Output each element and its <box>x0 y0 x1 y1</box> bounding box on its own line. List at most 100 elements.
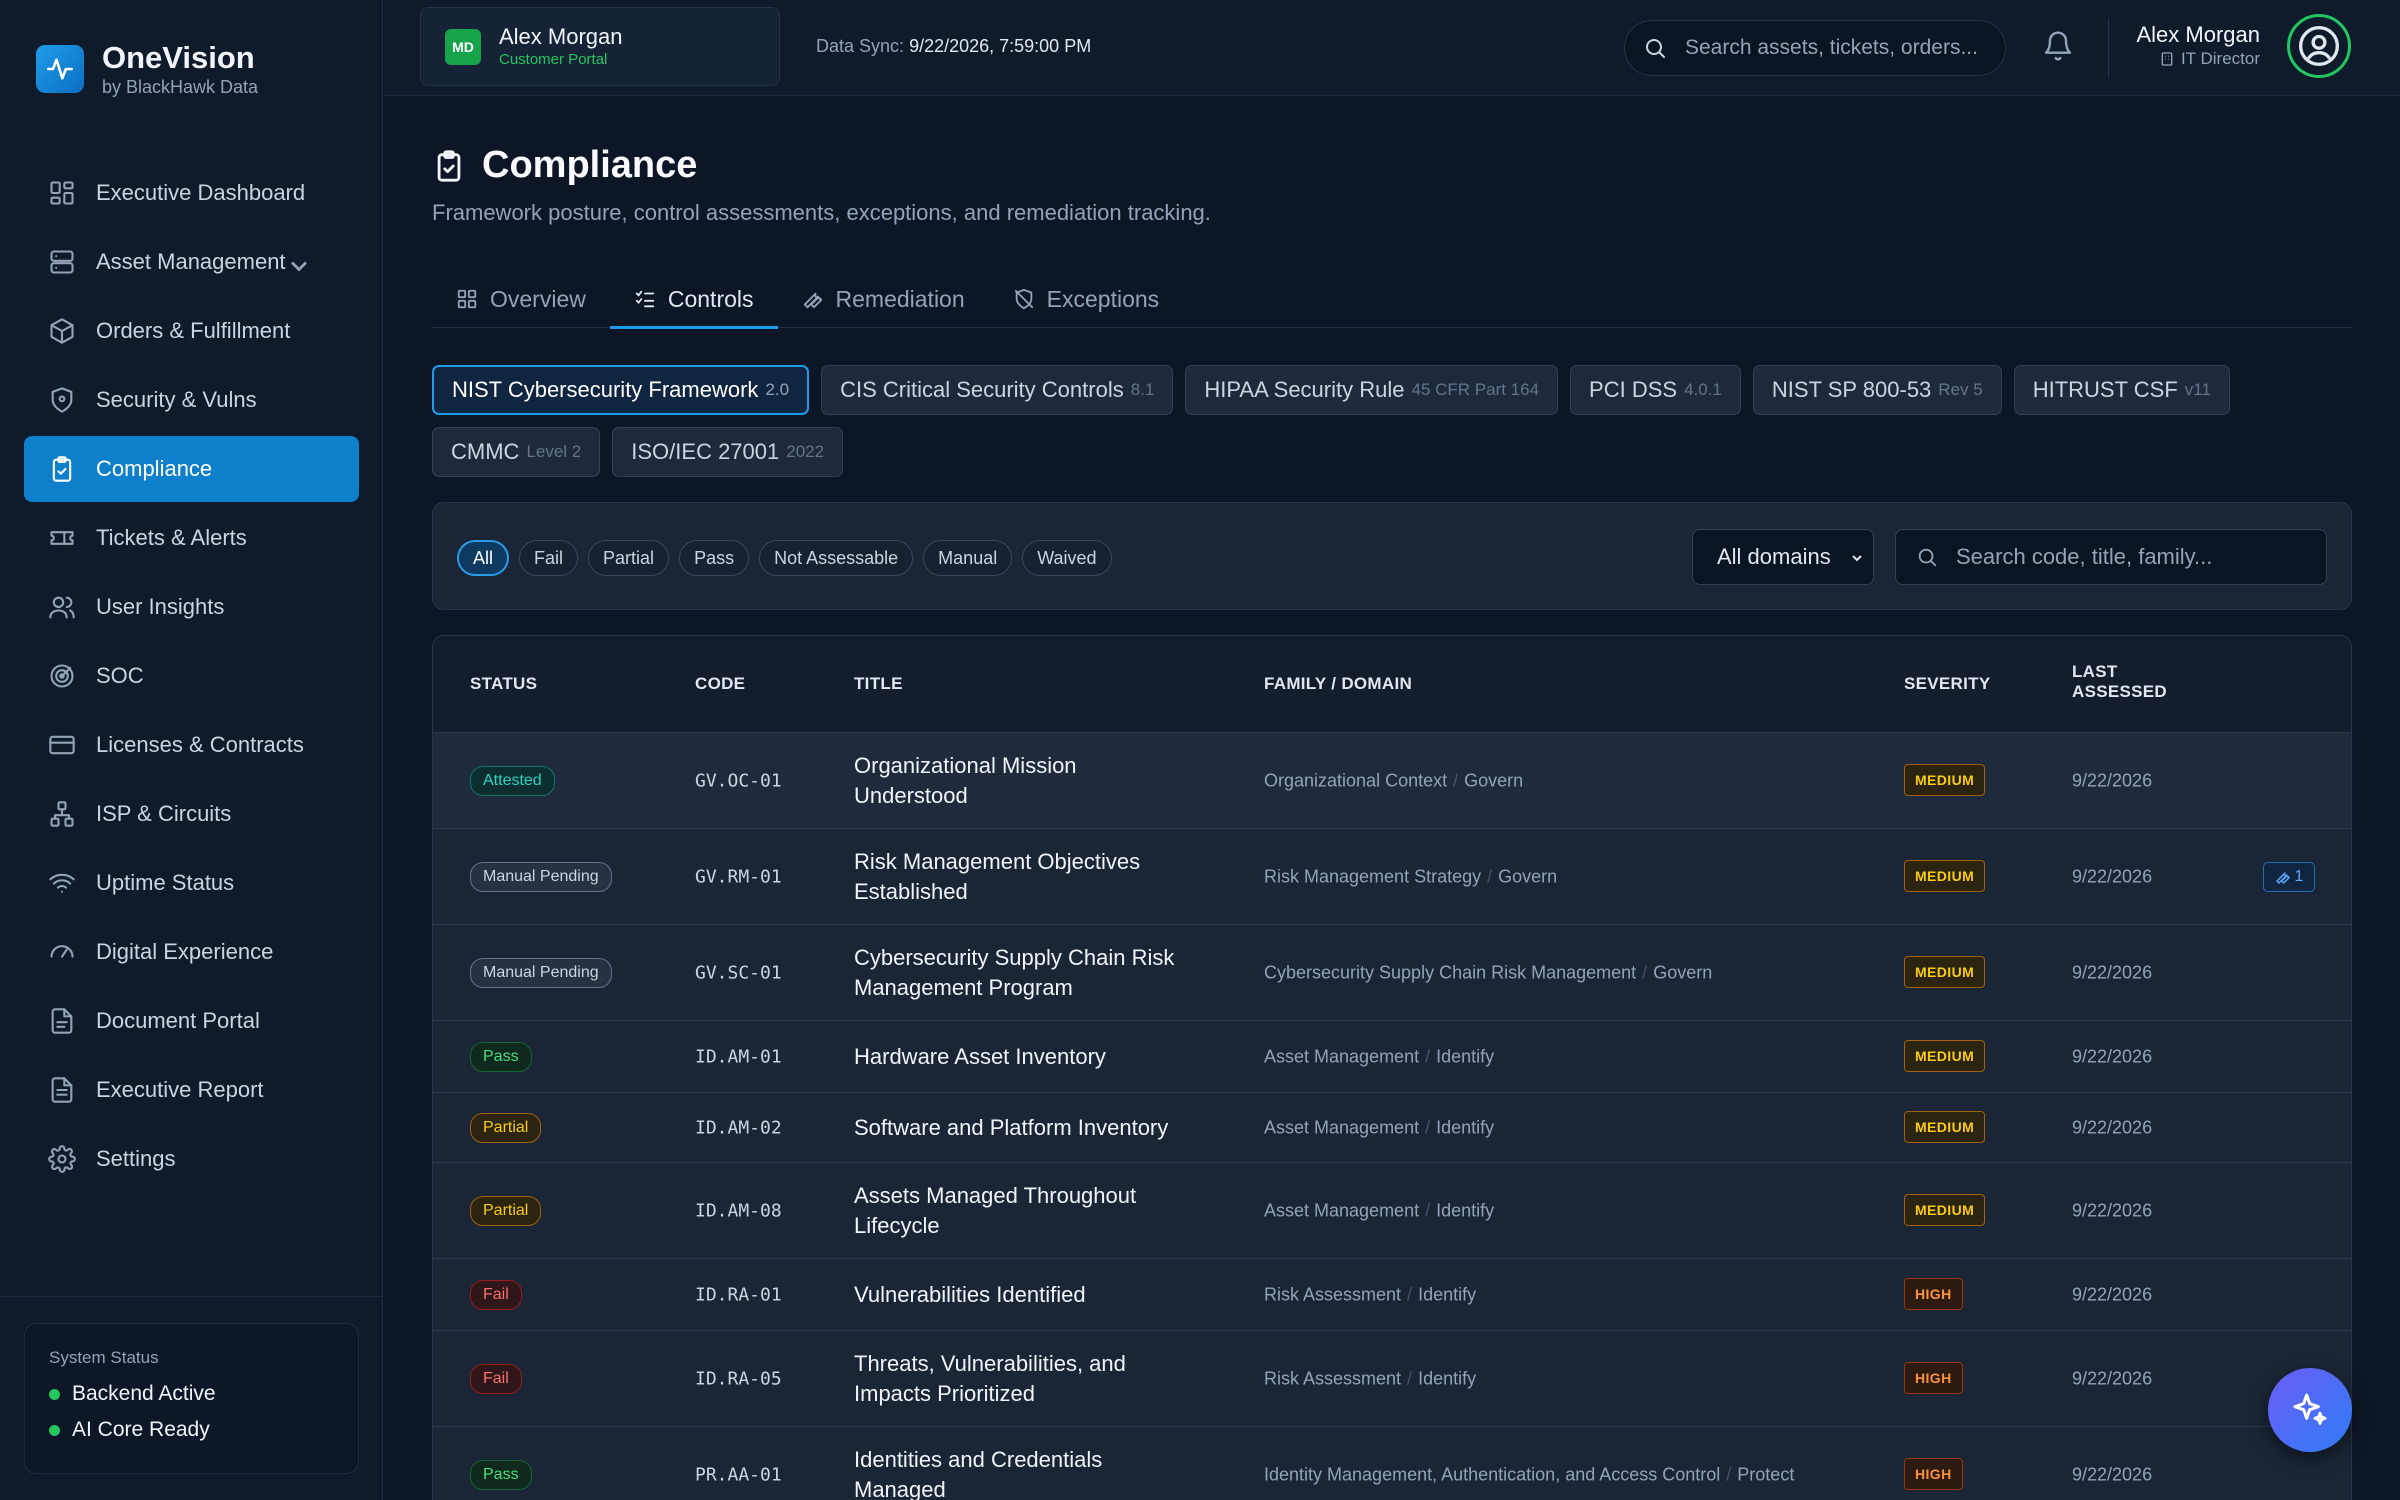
chevron-down-icon[interactable] <box>285 252 313 280</box>
control-title[interactable]: Hardware Asset Inventory <box>854 1042 1194 1072</box>
tab-controls[interactable]: Controls <box>609 270 778 329</box>
sidebar-item-user-insights[interactable]: User Insights <box>24 574 359 640</box>
user-circle-icon <box>2299 26 2339 66</box>
framework-chip[interactable]: HIPAA Security Rule 45 CFR Part 164 <box>1185 365 1559 415</box>
wrench-icon <box>2275 871 2290 884</box>
control-code: ID.AM-02 <box>695 1117 782 1138</box>
filter-pill-manual[interactable]: Manual <box>923 540 1013 576</box>
control-title[interactable]: Organizational Mission Understood <box>854 751 1194 811</box>
ticket-icon <box>50 531 74 545</box>
page-subtitle: Framework posture, control assessments, … <box>432 200 1211 225</box>
brand-subtitle: by BlackHawk Data <box>102 77 259 97</box>
status-badge: Fail <box>470 1363 522 1394</box>
remediation-link-button[interactable]: 1 <box>2263 861 2315 892</box>
framework-chip[interactable]: NIST SP 800-53 Rev 5 <box>1752 365 2002 415</box>
tab-remediation[interactable]: Remediation <box>778 270 989 328</box>
last-assessed-date: 9/22/2026 <box>2072 1117 2153 1137</box>
control-title[interactable]: Threats, Vulnerabilities, and Impacts Pr… <box>854 1349 1194 1409</box>
radar-icon <box>50 664 74 688</box>
table-row[interactable]: Fail ID.RA-01 Vulnerabilities Identified… <box>433 1259 2351 1331</box>
sidebar-item-isp-circuits[interactable]: ISP & Circuits <box>24 781 359 847</box>
severity-badge: HIGH <box>1904 1457 1963 1490</box>
sidebar-item-uptime-status[interactable]: Uptime Status <box>24 850 359 916</box>
report-icon <box>51 1077 73 1103</box>
status-badge: Attested <box>470 765 555 796</box>
control-search-input[interactable] <box>1956 544 2316 570</box>
column-severity[interactable]: SEVERITY <box>1904 674 1990 694</box>
column-code[interactable]: CODE <box>695 674 745 694</box>
column-title[interactable]: TITLE <box>854 674 903 694</box>
filter-pill-waived[interactable]: Waived <box>1022 540 1112 576</box>
global-search-input[interactable] <box>1685 36 1995 60</box>
tab-exceptions[interactable]: Exceptions <box>989 270 1184 328</box>
sidebar-nav: Executive Dashboard Asset Management Order… <box>24 160 359 1195</box>
framework-chip[interactable]: CMMC Level 2 <box>432 427 601 477</box>
sidebar-item-digital-experience[interactable]: Digital Experience <box>24 919 359 985</box>
global-search[interactable] <box>1624 20 2006 76</box>
sidebar-item-soc[interactable]: SOC <box>24 643 359 709</box>
table-row[interactable]: Pass PR.AA-01 Identities and Credentials… <box>433 1427 2351 1500</box>
column-last-assessed[interactable]: LAST ASSESSED <box>2072 662 2167 702</box>
filter-panel: All Fail Partial Pass Not Assessable Manual Wa… <box>432 502 2352 610</box>
framework-chip[interactable]: NIST Cybersecurity Framework 2.0 <box>432 365 810 415</box>
control-search[interactable] <box>1895 529 2327 585</box>
sidebar-item-executive-dashboard[interactable]: Executive Dashboard <box>24 160 359 226</box>
filter-pill-fail[interactable]: Fail <box>519 540 579 576</box>
user-avatar[interactable] <box>2287 14 2351 78</box>
sidebar-item-label: Orders & Fulfillment <box>96 318 291 343</box>
framework-chip[interactable]: HITRUST CSF v11 <box>2013 365 2230 415</box>
control-title[interactable]: Vulnerabilities Identified <box>854 1280 1194 1310</box>
document-icon <box>51 1008 73 1034</box>
last-assessed-date: 9/22/2026 <box>2072 1046 2153 1066</box>
control-code: ID.RA-05 <box>695 1368 782 1389</box>
sidebar-item-settings[interactable]: Settings <box>24 1126 359 1192</box>
table-row[interactable]: Partial ID.AM-02 Software and Platform I… <box>433 1093 2351 1163</box>
framework-selector: NIST Cybersecurity Framework 2.0 CIS Criti… <box>432 365 2352 477</box>
wrench-icon <box>803 292 822 309</box>
status-filter-pills: All Fail Partial Pass Not Assessable Manual Wa… <box>457 540 1112 576</box>
filter-pill-all[interactable]: All <box>457 540 510 576</box>
filter-pill-pass[interactable]: Pass <box>679 540 750 576</box>
domain-select[interactable]: All domains <box>1692 529 1874 585</box>
sidebar-item-executive-report[interactable]: Executive Report <box>24 1057 359 1123</box>
control-title[interactable]: Cybersecurity Supply Chain Risk Manageme… <box>854 943 1194 1003</box>
table-row[interactable]: Partial ID.AM-08 Assets Managed Througho… <box>433 1163 2351 1259</box>
framework-chip[interactable]: PCI DSS 4.0.1 <box>1570 365 1741 415</box>
tab-overview[interactable]: Overview <box>432 270 610 328</box>
table-row[interactable]: Attested GV.OC-01 Organizational Mission… <box>433 733 2351 829</box>
control-title[interactable]: Software and Platform Inventory <box>854 1113 1194 1143</box>
user-menu[interactable]: Alex Morgan IT Director <box>2136 22 2260 70</box>
column-status[interactable]: STATUS <box>470 674 537 694</box>
sidebar-item-document-portal[interactable]: Document Portal <box>24 988 359 1054</box>
sidebar-item-compliance[interactable]: Compliance <box>24 436 359 502</box>
status-badge: Pass <box>470 1459 532 1490</box>
table-row[interactable]: Manual Pending GV.RM-01 Risk Management … <box>433 829 2351 925</box>
sidebar-item-licenses-contracts[interactable]: Licenses & Contracts <box>24 712 359 778</box>
control-title[interactable]: Identities and Credentials Managed <box>854 1445 1194 1500</box>
last-assessed-date: 9/22/2026 <box>2072 1284 2153 1304</box>
brand[interactable]: OneVision by BlackHawk Data <box>36 40 258 98</box>
sidebar-item-label: Asset Management <box>96 249 286 274</box>
user-name: Alex Morgan <box>2136 22 2260 47</box>
control-title[interactable]: Risk Management Objectives Established <box>854 847 1194 907</box>
control-title[interactable]: Assets Managed Throughout Lifecycle <box>854 1181 1194 1241</box>
framework-chip[interactable]: ISO/IEC 27001 2022 <box>612 427 844 477</box>
sidebar-item-orders-fulfillment[interactable]: Orders & Fulfillment <box>24 298 359 364</box>
controls-table: STATUS CODE TITLE FAMILY / DOMAIN SEVERI… <box>432 635 2352 1500</box>
sidebar-item-tickets-alerts[interactable]: Tickets & Alerts <box>24 505 359 571</box>
bell-icon[interactable] <box>2042 30 2074 62</box>
ai-assistant-button[interactable] <box>2268 1368 2352 1452</box>
sidebar-item-security-vulns[interactable]: Security & Vulns <box>24 367 359 433</box>
customer-portal-switcher[interactable]: MD Alex Morgan Customer Portal <box>420 7 780 86</box>
table-row[interactable]: Pass ID.AM-01 Hardware Asset Inventory A… <box>433 1021 2351 1093</box>
filter-pill-partial[interactable]: Partial <box>588 540 670 576</box>
table-row[interactable]: Fail ID.RA-05 Threats, Vulnerabilities, … <box>433 1331 2351 1427</box>
top-bar: MD Alex Morgan Customer Portal Data Sync… <box>384 0 2400 96</box>
table-row[interactable]: Manual Pending GV.SC-01 Cybersecurity Su… <box>433 925 2351 1021</box>
column-family[interactable]: FAMILY / DOMAIN <box>1264 674 1412 694</box>
framework-chip[interactable]: CIS Critical Security Controls 8.1 <box>821 365 1174 415</box>
system-status-title: System Status <box>49 1348 159 1367</box>
filter-pill-not-assessable[interactable]: Not Assessable <box>759 540 914 576</box>
sidebar-item-asset-management[interactable]: Asset Management <box>24 229 359 295</box>
status-badge: Fail <box>470 1279 522 1310</box>
